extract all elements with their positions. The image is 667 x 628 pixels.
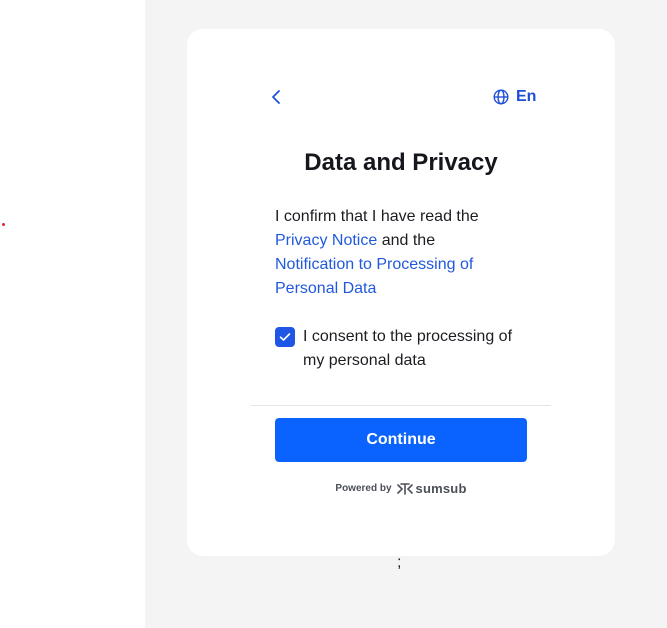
page-title: Data and Privacy xyxy=(304,149,498,176)
chevron-left-icon xyxy=(272,90,280,104)
checkmark-icon xyxy=(279,333,291,341)
left-pane xyxy=(0,0,145,628)
powered-by-label: Powered by xyxy=(335,483,392,494)
brand-name: sumsub xyxy=(415,481,467,496)
continue-button[interactable]: Continue xyxy=(275,418,527,462)
notification-processing-link[interactable]: Notification to Processing of Personal D… xyxy=(275,256,473,297)
consent-checkbox[interactable] xyxy=(275,327,295,347)
red-dot-marker xyxy=(2,223,5,226)
consent-label[interactable]: I consent to the processing of my person… xyxy=(303,325,523,373)
stray-text: ; xyxy=(397,554,402,571)
sumsub-logo: sumsub xyxy=(396,481,467,496)
intro-middle: and the xyxy=(381,232,436,249)
language-selector[interactable]: En xyxy=(493,85,536,109)
divider xyxy=(251,405,551,406)
sumsub-logo-icon xyxy=(396,482,413,495)
consent-row: I consent to the processing of my person… xyxy=(275,325,535,373)
privacy-notice-link[interactable]: Privacy Notice xyxy=(275,232,377,249)
back-button[interactable] xyxy=(265,85,287,109)
powered-by-footer: Powered by sumsub xyxy=(187,481,615,496)
intro-text: I confirm that I have read the Privacy N… xyxy=(275,205,515,301)
globe-icon xyxy=(493,89,509,105)
intro-prefix: I confirm that I have read the xyxy=(275,208,479,225)
language-label: En xyxy=(516,88,537,105)
privacy-card: En Data and Privacy I confirm that I hav… xyxy=(187,29,615,556)
